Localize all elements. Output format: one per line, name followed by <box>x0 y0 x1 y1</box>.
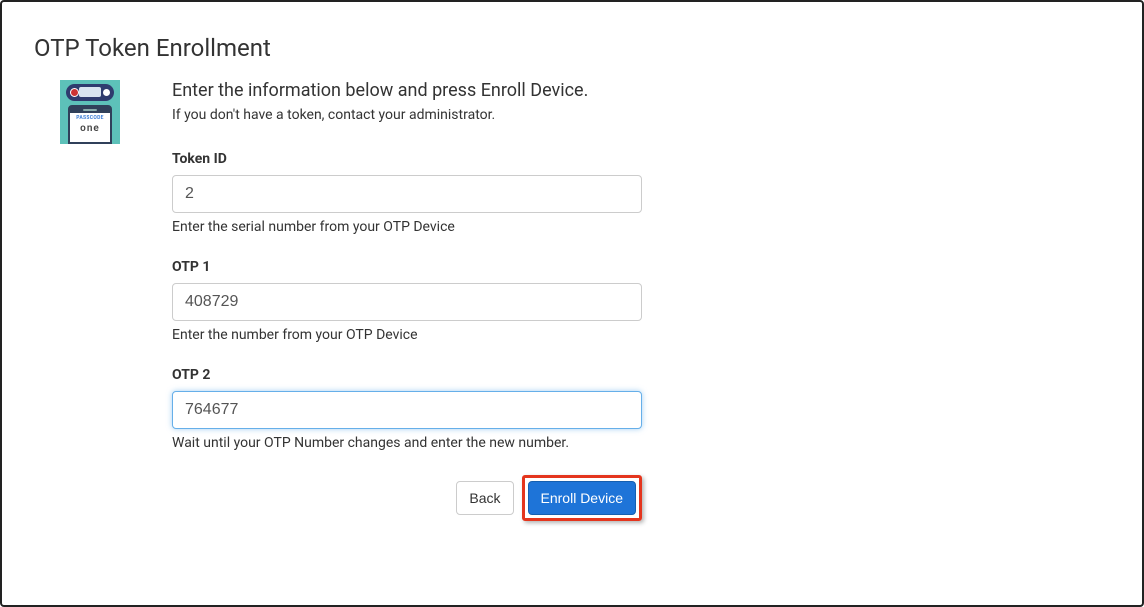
otp-token-illustration: PASSCODE one <box>60 80 120 144</box>
intro-heading: Enter the information below and press En… <box>172 80 774 101</box>
phone-header-label: PASSCODE <box>76 115 104 121</box>
hardware-fob-icon <box>66 84 114 101</box>
token-id-group: Token ID Enter the serial number from yo… <box>172 151 642 235</box>
page-frame: OTP Token Enrollment PASSCODE one Enter … <box>0 0 1144 607</box>
content-row: PASSCODE one Enter the information below… <box>34 80 1110 521</box>
token-id-input[interactable] <box>172 175 642 213</box>
otp1-hint: Enter the number from your OTP Device <box>172 327 642 343</box>
button-row: Back Enroll Device <box>172 475 642 521</box>
otp2-group: OTP 2 Wait until your OTP Number changes… <box>172 367 642 451</box>
page-title: OTP Token Enrollment <box>34 34 1110 62</box>
intro-subtext: If you don't have a token, contact your … <box>172 107 774 123</box>
otp1-group: OTP 1 Enter the number from your OTP Dev… <box>172 259 642 343</box>
form-column: Enter the information below and press En… <box>134 80 774 521</box>
token-id-label: Token ID <box>172 151 642 167</box>
otp2-hint: Wait until your OTP Number changes and e… <box>172 435 642 451</box>
otp2-label: OTP 2 <box>172 367 642 383</box>
phone-icon: PASSCODE one <box>68 105 112 144</box>
illustration-column: PASSCODE one <box>34 80 134 144</box>
otp1-input[interactable] <box>172 283 642 321</box>
otp2-input[interactable] <box>172 391 642 429</box>
back-button[interactable]: Back <box>456 481 513 515</box>
phone-body-label: one <box>80 123 100 134</box>
token-id-hint: Enter the serial number from your OTP De… <box>172 219 642 235</box>
enroll-highlight-box: Enroll Device <box>522 475 642 521</box>
phone-top-bar-icon <box>70 107 110 113</box>
enroll-device-button[interactable]: Enroll Device <box>528 481 636 515</box>
phone-speaker-icon <box>83 109 97 111</box>
fob-screen-icon <box>79 87 101 97</box>
otp1-label: OTP 1 <box>172 259 642 275</box>
